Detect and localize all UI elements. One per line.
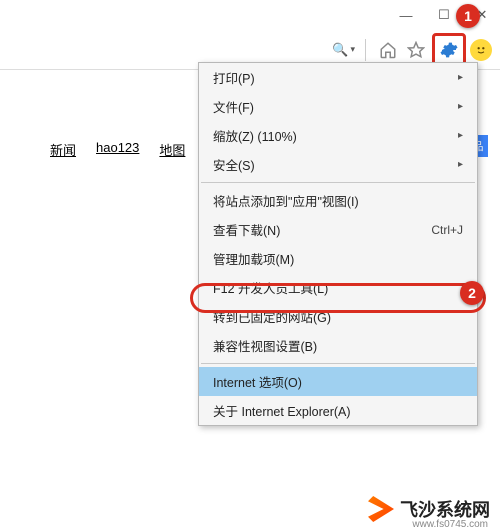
- menu-manage-addons[interactable]: 管理加载项(M): [199, 244, 477, 273]
- menu-pinned-sites[interactable]: 转到已固定的网站(G): [199, 302, 477, 331]
- search-icon: 🔍: [332, 42, 348, 58]
- menu-label: 文件(F): [213, 97, 254, 116]
- maximize-button[interactable]: ☐: [434, 5, 454, 25]
- menu-label: 兼容性视图设置(B): [213, 336, 317, 355]
- menu-label: 转到已固定的网站(G): [213, 307, 331, 326]
- search-dropdown-icon[interactable]: ▾: [350, 44, 355, 55]
- menu-safety[interactable]: 安全(S): [199, 150, 477, 179]
- minimize-button[interactable]: —: [396, 5, 416, 25]
- settings-menu: 打印(P) 文件(F) 缩放(Z) (110%) 安全(S) 将站点添加到"应用…: [198, 62, 478, 426]
- menu-shortcut: Ctrl+J: [431, 223, 463, 237]
- menu-label: 管理加载项(M): [213, 249, 294, 268]
- menu-internet-options[interactable]: Internet 选项(O): [199, 367, 477, 396]
- callout-badge-1: 1: [456, 4, 480, 28]
- callout-badge-2: 2: [460, 281, 484, 305]
- feedback-icon[interactable]: [470, 39, 492, 61]
- menu-label: Internet 选项(O): [213, 372, 302, 391]
- window-titlebar: — ☐ ✕: [0, 0, 500, 30]
- menu-label: 将站点添加到"应用"视图(I): [213, 191, 359, 210]
- home-icon[interactable]: [376, 38, 400, 62]
- favorites-icon[interactable]: [404, 38, 428, 62]
- menu-about-ie[interactable]: 关于 Internet Explorer(A): [199, 396, 477, 425]
- menu-print[interactable]: 打印(P): [199, 63, 477, 92]
- menu-file[interactable]: 文件(F): [199, 92, 477, 121]
- menu-view-downloads[interactable]: 查看下载(N) Ctrl+J: [199, 215, 477, 244]
- watermark-url: www.fs0745.com: [412, 519, 488, 530]
- menu-f12-tools[interactable]: F12 开发人员工具(L): [199, 273, 477, 302]
- menu-label: 缩放(Z) (110%): [213, 126, 297, 145]
- settings-icon[interactable]: [437, 38, 461, 62]
- menu-separator: [201, 182, 475, 183]
- menu-label: 关于 Internet Explorer(A): [213, 401, 351, 420]
- menu-add-site[interactable]: 将站点添加到"应用"视图(I): [199, 186, 477, 215]
- menu-compat-view[interactable]: 兼容性视图设置(B): [199, 331, 477, 360]
- link-hao123[interactable]: hao123: [96, 140, 139, 159]
- menu-label: 安全(S): [213, 155, 255, 174]
- watermark-logo-icon: [368, 496, 394, 522]
- toolbar-divider: [365, 39, 366, 61]
- link-map[interactable]: 地图: [159, 140, 185, 159]
- menu-zoom[interactable]: 缩放(Z) (110%): [199, 121, 477, 150]
- page-nav-links: 新闻 hao123 地图: [50, 140, 185, 159]
- menu-label: F12 开发人员工具(L): [213, 278, 328, 297]
- search-box[interactable]: 🔍 ▾: [332, 42, 355, 58]
- menu-label: 查看下载(N): [213, 220, 280, 239]
- menu-label: 打印(P): [213, 68, 255, 87]
- link-news[interactable]: 新闻: [50, 140, 76, 159]
- menu-separator: [201, 363, 475, 364]
